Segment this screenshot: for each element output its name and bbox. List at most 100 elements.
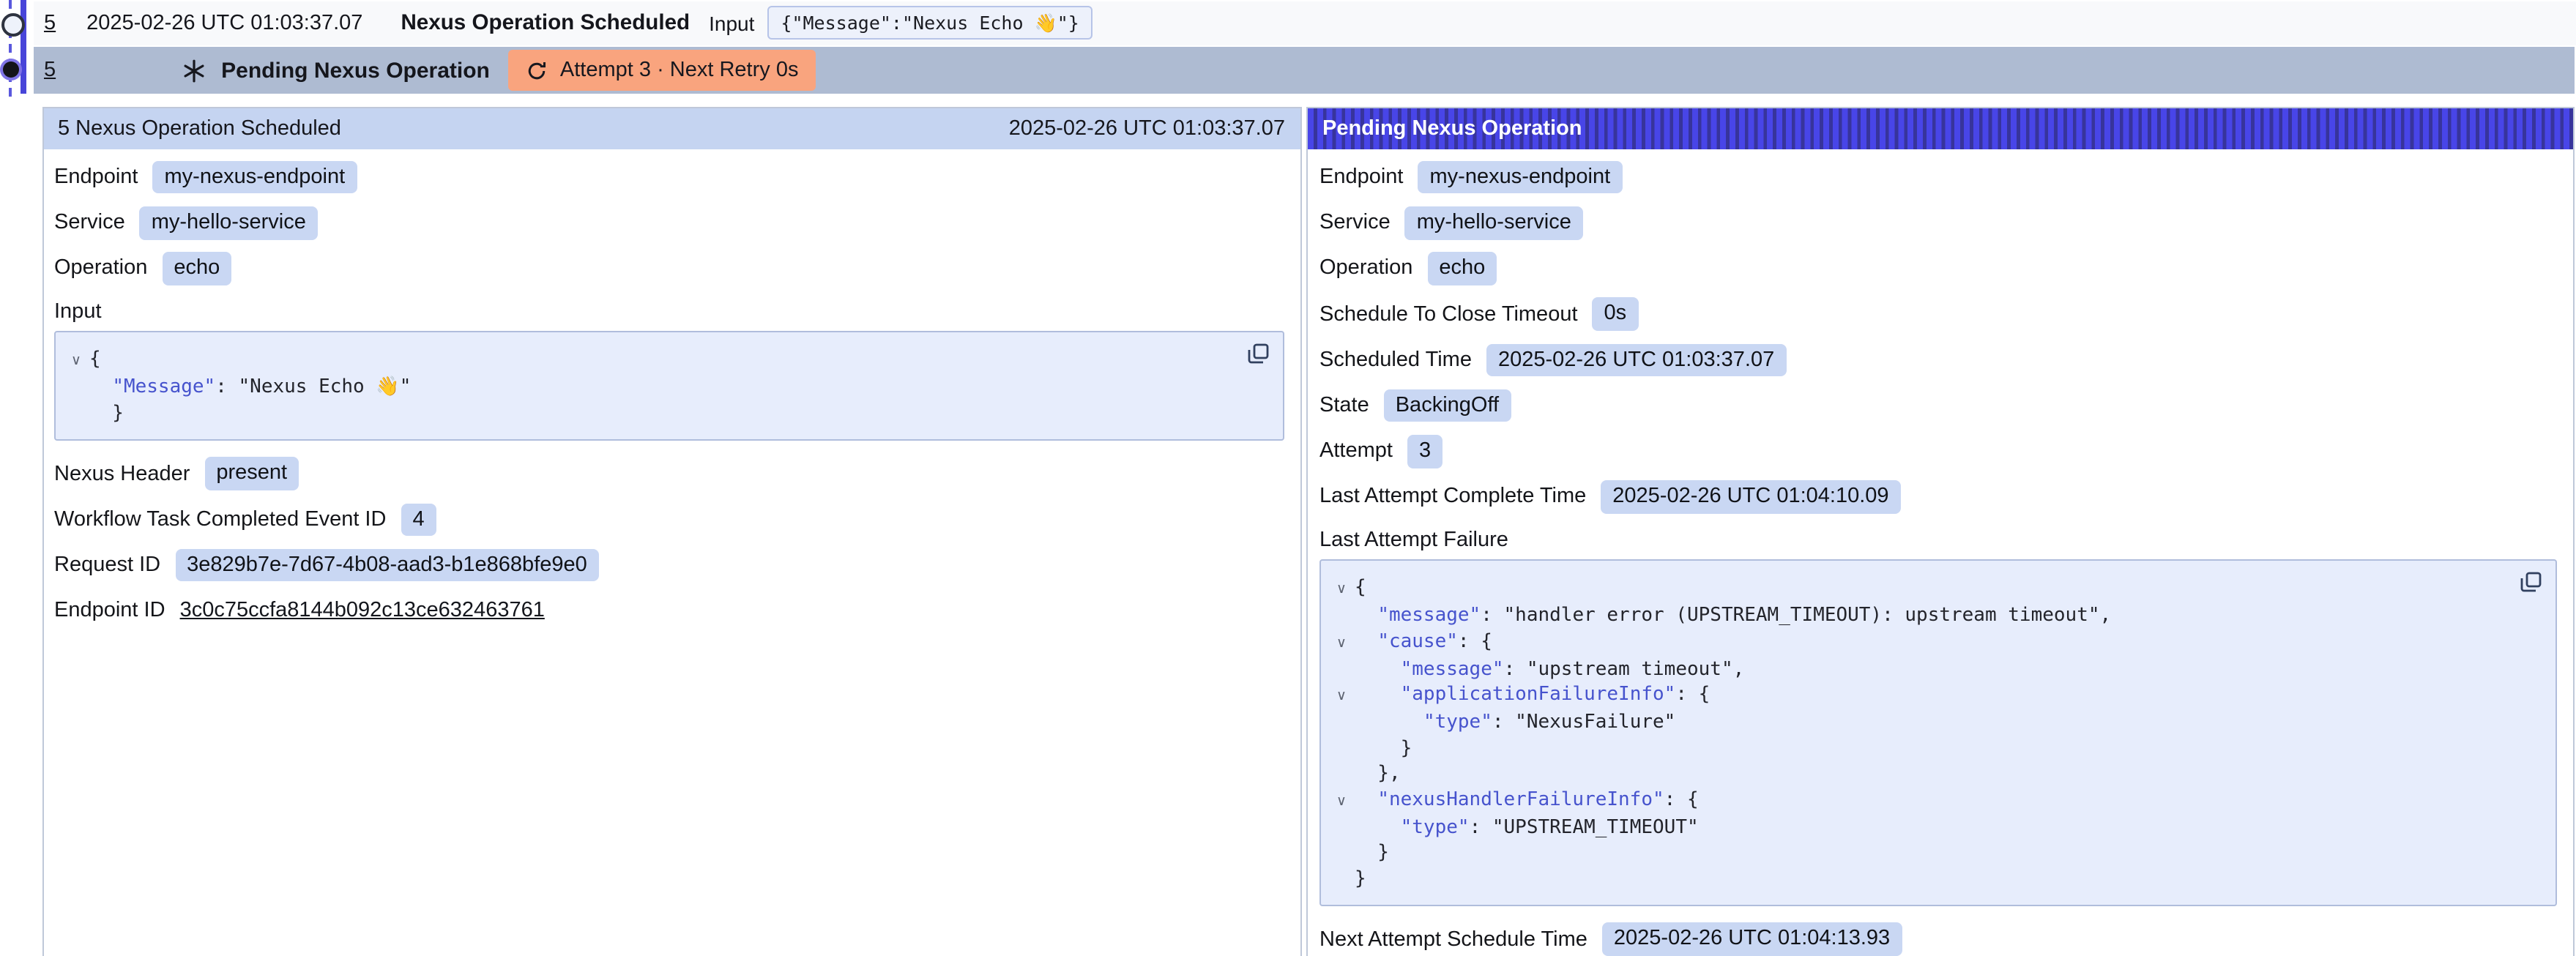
retry-badge-text: Attempt 3 · Next Retry 0s <box>560 59 799 82</box>
gutter <box>1328 866 1355 892</box>
collapse-chevron-icon[interactable]: ∨ <box>1328 682 1355 710</box>
field-label: Nexus Header <box>54 462 190 485</box>
json-text: } <box>1355 840 1389 866</box>
field-value-chip: my-nexus-endpoint <box>1418 161 1623 194</box>
selection-indicator-bar <box>21 0 26 94</box>
json-text: "cause": { <box>1355 629 1492 657</box>
timeline-node-current-icon <box>3 61 19 78</box>
collapse-chevron-icon[interactable]: ∨ <box>1328 787 1355 815</box>
field-value-chip: 2025-02-26 UTC 01:03:37.07 <box>1486 343 1786 376</box>
field-row: Endpoint ID 3c0c75ccfa8144b092c13ce632463… <box>54 588 1284 633</box>
json-line: } <box>1328 736 2538 761</box>
field-value-chip: 3 <box>1407 435 1443 468</box>
field-label: Operation <box>1319 257 1412 280</box>
field-label: Endpoint <box>54 165 138 189</box>
event-detail-panel: 5 Nexus Operation Scheduled 2025-02-26 U… <box>42 106 1301 956</box>
field-row: State BackingOff <box>1319 383 2557 428</box>
input-section-label: Input <box>54 291 1284 331</box>
field-value-chip: 4 <box>401 503 436 536</box>
pending-operation-panel: Pending Nexus Operation Endpointmy-nexus… <box>1306 106 2574 956</box>
json-line: } <box>1328 840 2538 866</box>
json-line: ∨ "nexusHandlerFailureInfo": { <box>1328 787 2538 815</box>
field-label: Endpoint ID <box>54 599 165 622</box>
copy-button[interactable] <box>2519 571 2542 594</box>
json-text: }, <box>1355 761 1401 787</box>
event-detail-header-title: 5 Nexus Operation Scheduled <box>58 116 341 140</box>
gutter <box>1328 736 1355 761</box>
json-text: "nexusHandlerFailureInfo": { <box>1355 787 1699 815</box>
event-title: Nexus Operation Scheduled <box>401 12 690 35</box>
field-value-chip: 3e829b7e-7d67-4b08-aad3-b1e868bfe9e0 <box>175 548 599 581</box>
field-value-chip: 2025-02-26 UTC 01:04:10.09 <box>1601 480 1900 513</box>
field-value-chip: echo <box>1427 252 1497 285</box>
event-id-link[interactable]: 5 <box>44 12 56 35</box>
field-value-chip: 2025-02-26 UTC 01:04:13.93 <box>1602 923 1902 956</box>
json-text: "message": "handler error (UPSTREAM_TIME… <box>1355 603 2111 629</box>
field-label: State <box>1319 394 1369 417</box>
event-input-chip: {"Message":"Nexus Echo 👋"} <box>767 7 1092 40</box>
gutter <box>1328 710 1355 736</box>
copy-button[interactable] <box>1246 343 1270 366</box>
json-line: } <box>63 400 1265 426</box>
field-value-chip: present <box>204 458 299 490</box>
gutter <box>1328 840 1355 866</box>
gutter <box>1328 815 1355 840</box>
event-history-row-scheduled[interactable]: 5 2025-02-26 UTC 01:03:37.07 Nexus Opera… <box>34 1 2576 45</box>
field-value-link[interactable]: 3c0c75ccfa8144b092c13ce632463761 <box>180 599 545 622</box>
field-row: Last Attempt Complete Time 2025-02-26 UTC… <box>1319 474 2557 520</box>
collapse-chevron-icon[interactable]: ∨ <box>1328 575 1355 603</box>
gutter <box>1328 603 1355 629</box>
collapse-chevron-icon[interactable]: ∨ <box>1328 629 1355 657</box>
json-text: "applicationFailureInfo": { <box>1355 682 1710 710</box>
failure-code-block: ∨{ "message": "handler error (UPSTREAM_T… <box>1319 559 2557 906</box>
json-line: "type": "NexusFailure" <box>1328 710 2538 736</box>
pending-operation-header-title: Pending Nexus Operation <box>1322 116 1582 140</box>
retry-badge: Attempt 3 · Next Retry 0s <box>509 50 816 91</box>
field-label: Workflow Task Completed Event ID <box>54 508 386 531</box>
field-value-chip: BackingOff <box>1384 389 1511 422</box>
event-input-label: Input <box>709 12 754 35</box>
event-time: 2025-02-26 UTC 01:03:37.07 <box>86 12 362 35</box>
field-row: Service my-hello-service <box>1319 200 2557 245</box>
field-row: Workflow Task Completed Event ID 4 <box>54 497 1284 542</box>
event-detail-header: 5 Nexus Operation Scheduled 2025-02-26 U… <box>43 108 1300 149</box>
field-label: Schedule To Close Timeout <box>1319 302 1578 326</box>
gutter <box>1328 657 1355 682</box>
field-label: Service <box>1319 212 1391 235</box>
field-value-chip: echo <box>162 252 231 285</box>
field-label: Service <box>54 212 125 235</box>
gutter <box>1328 761 1355 787</box>
field-label: Scheduled Time <box>1319 348 1472 372</box>
json-line: ∨ "applicationFailureInfo": { <box>1328 682 2538 710</box>
event-detail-header-time: 2025-02-26 UTC 01:03:37.07 <box>1009 116 1285 140</box>
json-text: "type": "UPSTREAM_TIMEOUT" <box>1355 815 1699 840</box>
input-code-block: ∨{ "Message": "Nexus Echo 👋" } <box>54 331 1284 441</box>
json-text: } <box>1355 736 1412 761</box>
event-history-row-pending[interactable]: 5 Pending Nexus Operation Attempt 3 · Ne… <box>34 47 2574 94</box>
failure-section-label: Last Attempt Failure <box>1319 520 2557 559</box>
app-viewport: 5 2025-02-26 UTC 01:03:37.07 Nexus Opera… <box>0 0 2576 956</box>
json-text: "message": "upstream timeout", <box>1355 657 1744 682</box>
field-value-chip: my-hello-service <box>1405 206 1583 239</box>
field-row: Endpointmy-nexus-endpoint <box>1319 154 2557 200</box>
pending-id-link[interactable]: 5 <box>44 59 56 82</box>
field-row: Next Attempt Schedule Time 2025-02-26 UTC… <box>1319 916 2557 956</box>
field-value-chip: 0s <box>1593 298 1639 331</box>
field-row: Operation echo <box>1319 246 2557 291</box>
field-label: Attempt <box>1319 439 1393 463</box>
collapse-chevron-icon[interactable]: ∨ <box>63 347 89 375</box>
json-line: }, <box>1328 761 2538 787</box>
field-label: Next Attempt Schedule Time <box>1319 927 1587 951</box>
field-row: Nexus Header present <box>54 451 1284 496</box>
field-row: Operationecho <box>54 246 1284 291</box>
field-label: Last Attempt Complete Time <box>1319 485 1586 509</box>
timeline-node-open-icon <box>1 12 25 36</box>
field-value-chip: my-nexus-endpoint <box>153 161 357 194</box>
json-line: "message": "handler error (UPSTREAM_TIME… <box>1328 603 2538 629</box>
json-line: } <box>1328 866 2538 892</box>
field-row: Servicemy-hello-service <box>54 200 1284 245</box>
json-text: { <box>89 347 101 375</box>
json-text: { <box>1355 575 1366 603</box>
json-line: "Message": "Nexus Echo 👋" <box>63 375 1265 400</box>
json-text: "type": "NexusFailure" <box>1355 710 1675 736</box>
